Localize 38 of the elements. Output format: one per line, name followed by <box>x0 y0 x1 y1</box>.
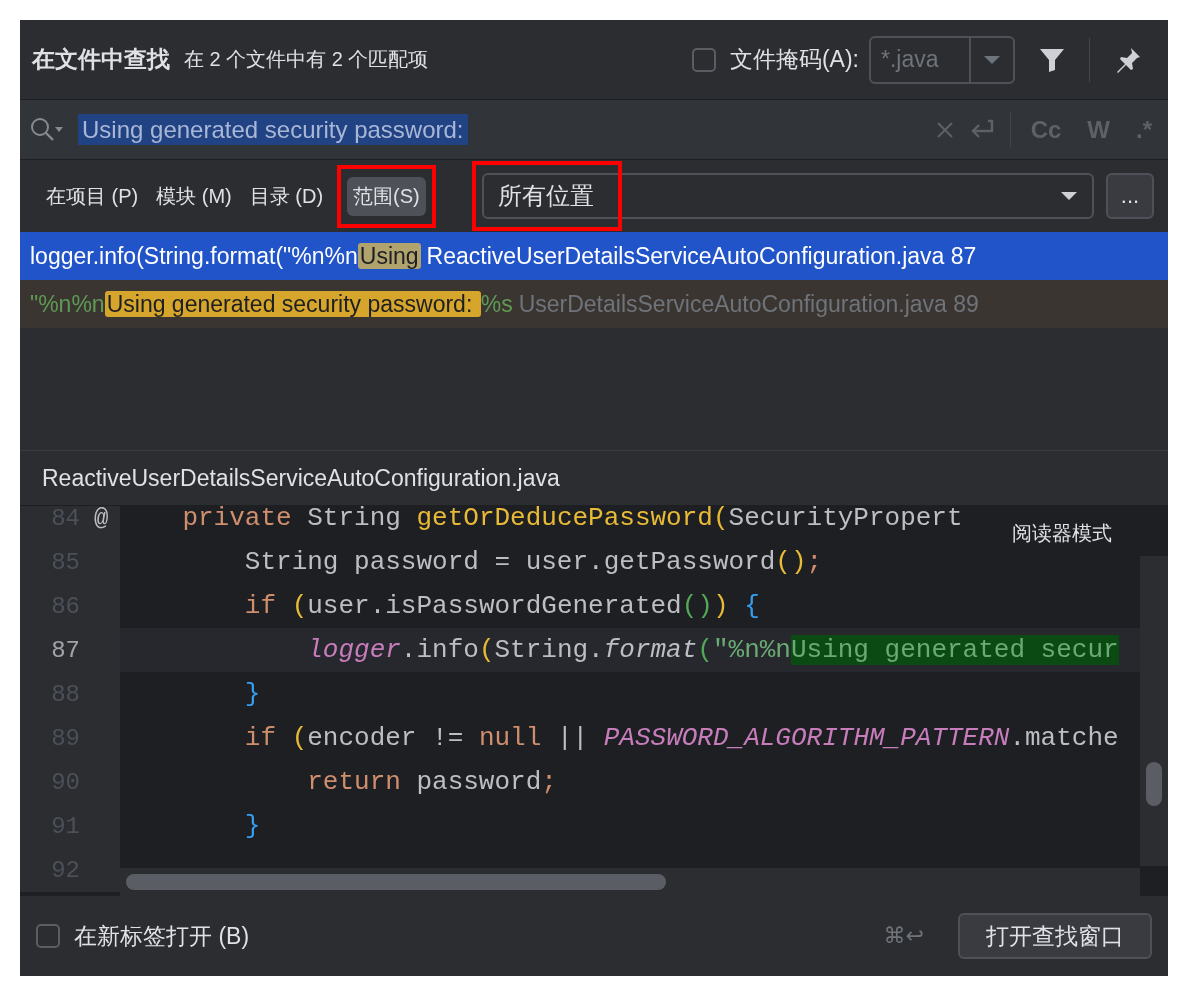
more-button[interactable]: ... <box>1106 173 1154 219</box>
open-find-window-button[interactable]: 打开查找窗口 <box>958 913 1152 959</box>
caret-icon <box>983 54 1001 65</box>
preview-file-name: ReactiveUserDetailsServiceAutoConfiguration.java <box>42 464 560 492</box>
scope-tab[interactable]: 在项目 (P) <box>40 176 145 216</box>
code-line: logger.info(String.format("%n%nUsing generated secur <box>306 635 1119 665</box>
caret-icon <box>1060 191 1078 201</box>
result-text: logger.info(String.format("%n%nUsing <box>30 242 421 270</box>
result-row[interactable]: "%n%n Using generated security password: %s UserDetailsServiceAutoConfiguration.java 89 <box>20 280 1168 328</box>
horizontal-scrollbar[interactable] <box>126 874 666 890</box>
code-line: if (encoder != null || PASSWORD_ALGORITHM_PATTERN.matche <box>243 723 1119 753</box>
code-line: if (user.isPasswordGenerated()) { <box>243 591 760 621</box>
line-number: 87 <box>50 636 80 664</box>
gutter-marker: @ <box>94 506 109 532</box>
vertical-scrollbar[interactable] <box>1146 762 1162 806</box>
scope-dropdown[interactable]: 所有位置 <box>481 173 1094 219</box>
result-location: ReactiveUserDetailsServiceAutoConfiguration.java 87 <box>426 242 977 270</box>
result-text: "%n%n Using generated security password: %s <box>30 290 513 318</box>
match-summary: 在 2 个文件中有 2 个匹配项 <box>184 47 429 72</box>
code-line: } <box>243 811 261 841</box>
code-line: } <box>243 679 261 709</box>
scope-tab[interactable]: 范围(S) <box>347 176 426 216</box>
code-line: private String getOrDeducePassword(SecurityPropert <box>181 506 963 533</box>
result-row[interactable]: logger.info(String.format("%n%nUsing ReactiveUserDetailsServiceAutoConfiguration.java 87 <box>20 232 1168 280</box>
filter-icon[interactable] <box>1039 46 1065 73</box>
new-tab-checkbox[interactable] <box>36 924 60 948</box>
file-mask-checkbox[interactable] <box>691 47 716 72</box>
code-line: String password = user.getPassword(); <box>243 547 823 577</box>
scope-tab[interactable]: 模块 (M) <box>150 176 238 216</box>
panel-title: 在文件中查找 <box>32 45 170 74</box>
shortcut-hint: ⌘↩ <box>883 923 924 949</box>
search-icon[interactable] <box>30 116 64 143</box>
scope-tab[interactable]: 目录 (D) <box>243 176 330 216</box>
result-location: UserDetailsServiceAutoConfiguration.java 89 <box>518 290 979 318</box>
clear-icon[interactable] <box>935 120 954 139</box>
code-line: return password; <box>306 767 557 797</box>
new-tab-label: 在新标签打开 (B) <box>74 921 250 951</box>
file-mask-label: 文件掩码(A): <box>729 45 859 74</box>
